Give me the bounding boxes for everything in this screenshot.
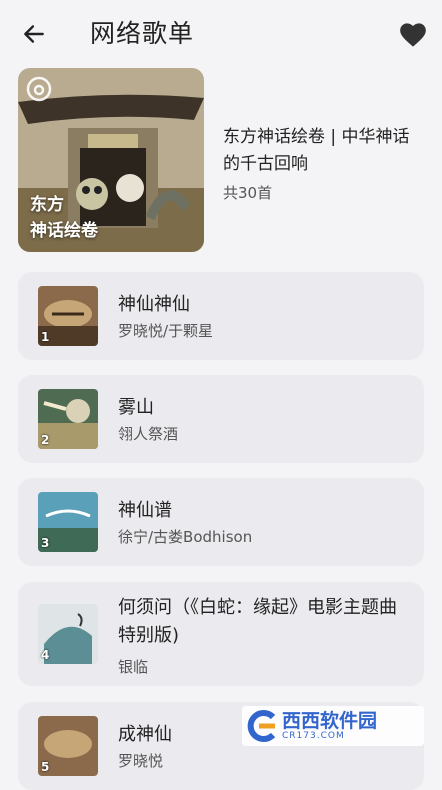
song-artist: 罗晓悦/于颗星 [118, 322, 214, 340]
song-item[interactable]: 1 神仙神仙 罗晓悦/于颗星 [18, 272, 424, 360]
song-index: 2 [41, 433, 50, 447]
watermark-url: CR173.COM [282, 731, 345, 741]
song-title: 雾山 [118, 397, 154, 418]
song-item[interactable]: 2 雾山 翎人祭酒 [18, 375, 424, 463]
song-index: 1 [41, 330, 50, 344]
favorite-button[interactable] [396, 18, 430, 52]
song-title: 神仙神仙 [118, 294, 190, 315]
song-item[interactable]: 3 神仙谱 徐宁/古娄Bodhison [18, 478, 424, 566]
song-cover-art: 2 [38, 389, 98, 449]
top-bar: 网络歌单 [0, 0, 442, 66]
song-index: 5 [41, 760, 50, 774]
song-title: 神仙谱 [118, 500, 172, 521]
cover-caption-line2: 神话绘卷 [30, 221, 98, 241]
page-title: 网络歌单 [90, 19, 195, 48]
song-artist: 翎人祭酒 [118, 425, 179, 443]
heart-icon [400, 23, 426, 47]
song-title: 成神仙 [118, 724, 172, 745]
playlist-header: 东方 神话绘卷 东方神话绘卷 | 中华神话的千古回响 共30首 [18, 68, 424, 254]
back-button[interactable] [18, 18, 50, 50]
cover-caption-line1: 东方 [30, 195, 64, 215]
song-cover-art: 5 [38, 716, 98, 776]
watermark-name: 西西软件园 [282, 710, 378, 732]
song-index: 3 [41, 536, 50, 550]
song-artist: 罗晓悦 [118, 752, 164, 770]
site-watermark: 西西软件园 CR173.COM [242, 706, 424, 746]
song-artist: 银临 [118, 658, 149, 676]
song-cover-art: 1 [38, 286, 98, 346]
song-index: 4 [41, 648, 50, 662]
song-artist: 徐宁/古娄Bodhison [118, 528, 253, 546]
song-title: 何须问（《白蛇：缘起》电影主题曲特别版) [118, 597, 397, 646]
song-cover-art: 3 [38, 492, 98, 552]
playlist-info: 东方神话绘卷 | 中华神话的千古回响 共30首 [223, 124, 423, 203]
song-cover-art: 4 [38, 604, 98, 664]
song-item[interactable]: 4 何须问（《白蛇：缘起》电影主题曲特别版) 银临 [18, 582, 424, 686]
playlist-title: 东方神话绘卷 | 中华神话的千古回响 [223, 127, 410, 174]
watermark-logo-icon [242, 706, 282, 746]
playlist-cover[interactable]: 东方 神话绘卷 [18, 68, 204, 252]
cover-caption: 东方 神话绘卷 [30, 192, 98, 244]
arrow-left-icon [24, 25, 44, 43]
netease-music-logo-icon [26, 76, 52, 102]
playlist-count: 共30首 [223, 184, 273, 202]
